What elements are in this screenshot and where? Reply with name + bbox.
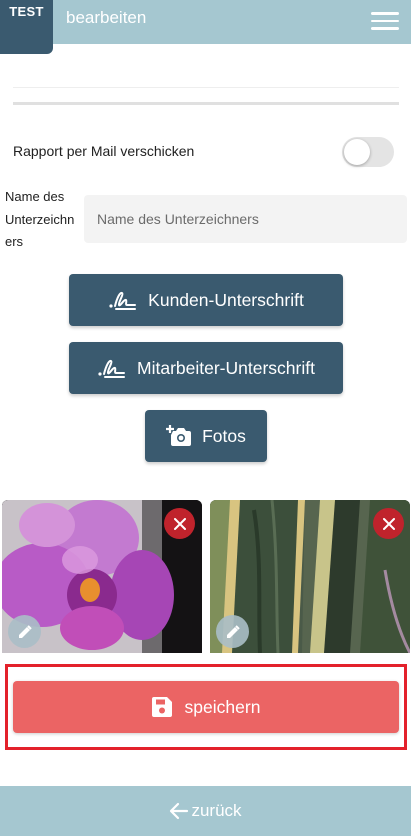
back-button[interactable]: zurück [0,786,411,836]
delete-photo-button[interactable] [164,508,195,539]
edit-photo-button[interactable] [8,615,41,648]
mail-report-toggle[interactable] [342,137,394,167]
divider [13,102,399,105]
environment-badge: TEST [0,0,53,54]
arrow-left-icon [170,802,189,820]
photo-thumbnail-plant [210,500,410,653]
app-header: bearbeiten [0,0,411,44]
photo-thumbnail-orchid [2,500,202,653]
signer-name-input[interactable] [84,195,407,243]
save-button[interactable]: speichern [13,681,399,733]
edit-photo-button[interactable] [216,615,249,648]
back-label: zurück [191,801,242,820]
pencil-icon [226,624,240,638]
signer-name-label: Name des Unterzeichners [5,189,75,249]
signature-icon [109,291,137,310]
add-photos-button[interactable]: Fotos [145,410,267,462]
employee-signature-button[interactable]: Mitarbeiter-Unterschrift [69,342,343,394]
hamburger-menu-icon[interactable] [371,12,399,30]
employee-signature-label: Mitarbeiter-Unterschrift [137,357,315,378]
close-icon [173,517,186,530]
add-photo-camera-icon [166,425,192,446]
save-label: speichern [184,696,261,717]
pencil-icon [18,624,32,638]
customer-signature-button[interactable]: Kunden-Unterschrift [69,274,343,326]
signature-icon [98,359,126,378]
mail-report-label: Rapport per Mail verschicken [13,143,195,159]
customer-signature-label: Kunden-Unterschrift [148,289,304,310]
delete-photo-button[interactable] [373,508,404,539]
add-photos-label: Fotos [202,425,246,446]
toggle-knob [344,139,370,165]
divider [13,87,399,88]
floppy-disk-icon [151,697,172,717]
page-title: bearbeiten [66,8,147,27]
close-icon [382,517,395,530]
